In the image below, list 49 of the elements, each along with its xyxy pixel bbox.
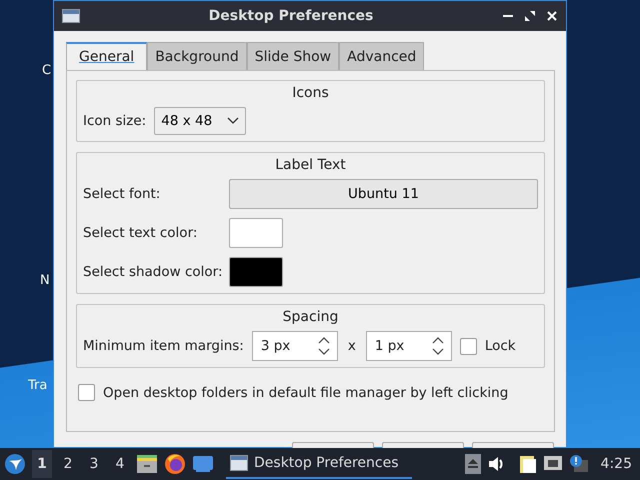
spin-arrows-icon [430, 336, 445, 356]
icon-size-dropdown[interactable]: 48 x 48 [154, 107, 246, 135]
workspace-button[interactable]: 4 [110, 450, 130, 478]
tab[interactable]: Background [147, 42, 247, 70]
app-menu-icon[interactable] [4, 453, 26, 475]
field-label: Select text color: [83, 225, 198, 241]
workspace-button[interactable]: 3 [84, 450, 104, 478]
desktop-icon-label[interactable]: C [42, 63, 52, 78]
workspace-button[interactable]: 2 [58, 450, 78, 478]
clock[interactable]: 4:25 [600, 456, 632, 472]
file-cabinet-icon[interactable] [136, 454, 158, 474]
volume-icon[interactable] [486, 455, 505, 473]
group-title: Spacing [282, 309, 338, 325]
desktop-icon-label[interactable]: Tra [28, 378, 48, 393]
font-button[interactable]: Ubuntu 11 [229, 179, 538, 209]
close-icon[interactable] [546, 10, 558, 22]
tab[interactable]: Advanced [339, 42, 424, 70]
field-label: Minimum item margins: [83, 338, 244, 354]
tab[interactable]: General [66, 42, 148, 70]
checkbox-label: Lock [484, 338, 516, 354]
group-title: Icons [292, 85, 329, 101]
chevron-icon [227, 117, 240, 125]
checkbox[interactable] [78, 384, 95, 401]
notification-icon[interactable] [568, 454, 589, 474]
desktop-icon-label[interactable]: N [40, 273, 50, 288]
clipboard-icon[interactable] [518, 454, 537, 474]
spin-field[interactable]: 3 px [252, 331, 338, 361]
window-title: Desktop Preferences [208, 8, 374, 24]
maximize-icon[interactable] [524, 10, 536, 22]
desktop-icon[interactable] [192, 455, 214, 473]
lock-checkbox[interactable] [460, 338, 477, 354]
network-icon[interactable] [542, 455, 563, 473]
browser-icon[interactable] [164, 453, 186, 475]
field-label: Select shadow color: [83, 264, 224, 280]
window-icon [62, 9, 80, 23]
taskbar-window-button[interactable]: Desktop Preferences [226, 449, 412, 479]
field-label: Select font: [83, 186, 162, 202]
color-swatch-button[interactable] [229, 218, 283, 248]
spin-field[interactable]: 1 px [366, 331, 452, 361]
checkbox-label: Open desktop folders in default file manager by left clicking [103, 384, 508, 400]
separator-label: x [346, 338, 357, 354]
workspace-button[interactable]: 1 [32, 450, 52, 478]
eject-icon[interactable] [464, 454, 481, 474]
window-icon [230, 455, 248, 471]
field-label: Icon size: [83, 113, 146, 129]
tab[interactable]: Slide Show [246, 42, 340, 70]
group-title: Label Text [275, 157, 346, 173]
color-swatch-button[interactable] [229, 257, 283, 287]
spin-arrows-icon [316, 336, 331, 356]
